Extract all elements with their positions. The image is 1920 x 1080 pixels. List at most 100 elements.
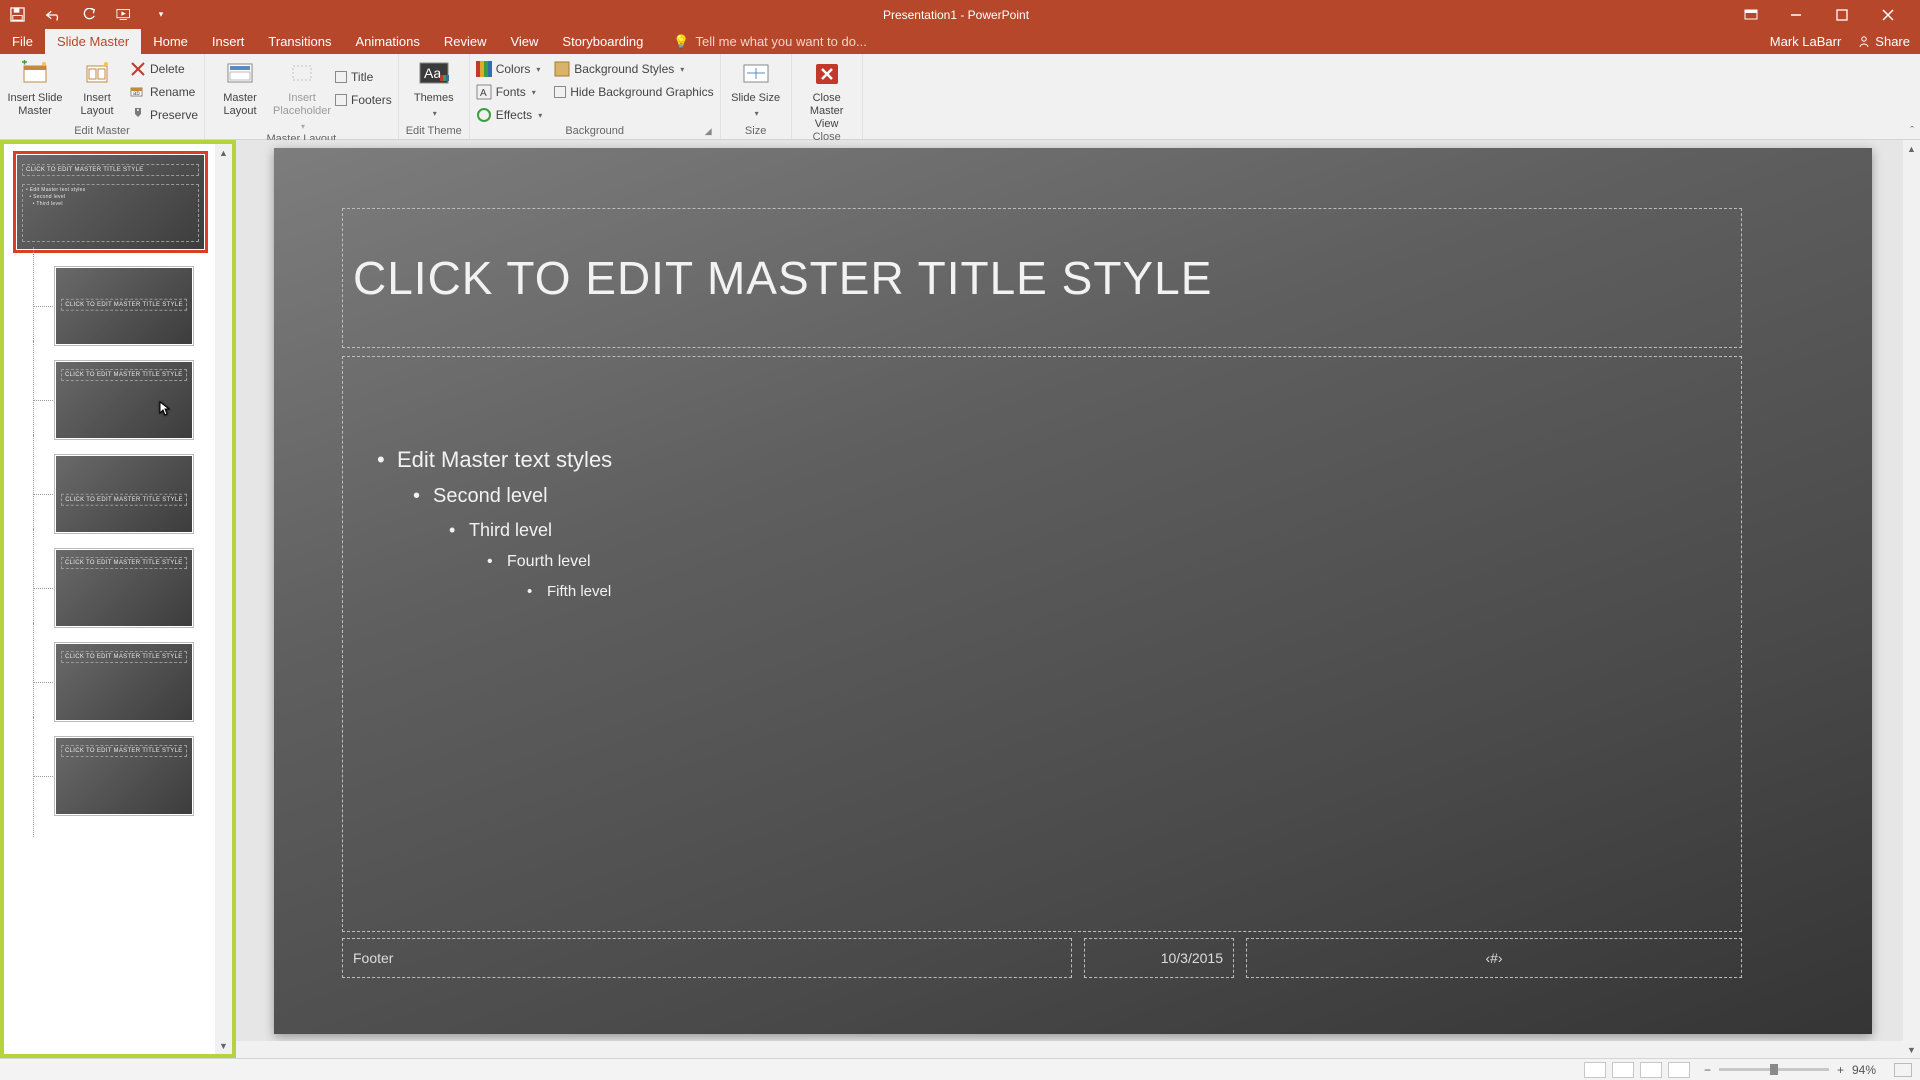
thumb-layout-5[interactable]: CLICK TO EDIT MASTER TITLE STYLE — [54, 642, 194, 722]
scroll-up-icon[interactable]: ▲ — [215, 144, 232, 161]
background-styles-button[interactable]: Background Styles▾ — [554, 59, 713, 79]
group-background: Colors▾ A Fonts▾ Effects ▾ Background Sty… — [470, 54, 721, 139]
ribbon-display-options-icon[interactable] — [1744, 9, 1772, 21]
tab-review[interactable]: Review — [432, 29, 499, 54]
tab-storyboarding[interactable]: Storyboarding — [550, 29, 655, 54]
group-size: Slide Size ▾ Size — [721, 54, 792, 139]
group-edit-master: Insert Slide Master Insert Layout Delete… — [0, 54, 205, 139]
delete-button[interactable]: Delete — [130, 59, 198, 79]
reading-view-button[interactable] — [1640, 1062, 1662, 1078]
effects-button[interactable]: Effects ▾ — [476, 105, 542, 125]
thumb-title: CLICK TO EDIT MASTER TITLE STYLE — [22, 164, 199, 176]
normal-view-button[interactable] — [1584, 1062, 1606, 1078]
zoom-knob[interactable] — [1770, 1064, 1778, 1075]
body-placeholder[interactable]: Edit Master text styles Second level Thi… — [342, 356, 1742, 932]
thumb-layout-2[interactable]: CLICK TO EDIT MASTER TITLE STYLE — [54, 360, 194, 440]
slide-canvas[interactable]: CLICK TO EDIT MASTER TITLE STYLE Edit Ma… — [274, 148, 1872, 1034]
minimize-icon[interactable] — [1790, 9, 1818, 21]
checkbox-icon — [335, 71, 347, 83]
tree-connector — [33, 776, 53, 777]
slide-sorter-view-button[interactable] — [1612, 1062, 1634, 1078]
background-styles-icon — [554, 61, 570, 77]
maximize-icon[interactable] — [1836, 9, 1864, 21]
undo-icon[interactable] — [44, 6, 62, 24]
insert-placeholder-button[interactable]: Insert Placeholder ▾ — [273, 57, 331, 133]
tab-animations[interactable]: Animations — [344, 29, 432, 54]
thumb-layout-1[interactable]: CLICK TO EDIT MASTER TITLE STYLE — [54, 266, 194, 346]
thumbnails-scrollbar[interactable]: ▲ ▼ — [215, 144, 232, 1054]
slide-number-text: ‹#› — [1485, 950, 1502, 966]
title-placeholder[interactable]: CLICK TO EDIT MASTER TITLE STYLE — [342, 208, 1742, 348]
footers-checkbox[interactable]: Footers — [335, 90, 392, 110]
master-layout-button[interactable]: Master Layout — [211, 57, 269, 118]
colors-button[interactable]: Colors▾ — [476, 59, 542, 79]
zoom-out-button[interactable]: − — [1704, 1063, 1711, 1077]
title-checkbox[interactable]: Title — [335, 67, 392, 87]
collapse-ribbon-icon[interactable]: ˆ — [1910, 125, 1914, 137]
tab-insert[interactable]: Insert — [200, 29, 257, 54]
rename-icon: ab — [130, 84, 146, 100]
thumb-layout-4[interactable]: CLICK TO EDIT MASTER TITLE STYLE — [54, 548, 194, 628]
window-controls — [1734, 9, 1920, 21]
footer-text: Footer — [353, 950, 393, 966]
close-master-label: Close Master View — [798, 92, 856, 131]
group-edit-theme: Aa Themes ▾ Edit Theme — [399, 54, 470, 139]
zoom-in-button[interactable]: + — [1837, 1063, 1844, 1077]
tab-slide-master[interactable]: Slide Master — [45, 29, 141, 54]
slide-size-label: Slide Size — [731, 92, 780, 105]
slide-number-placeholder[interactable]: ‹#› — [1246, 938, 1742, 978]
tell-me-search[interactable]: 💡 Tell me what you want to do... — [655, 29, 866, 54]
share-button[interactable]: Share — [1857, 34, 1910, 49]
fit-to-window-button[interactable] — [1894, 1063, 1912, 1077]
effects-label: Effects — [496, 108, 532, 122]
master-layout-label: Master Layout — [211, 92, 269, 118]
svg-text:A: A — [480, 88, 487, 99]
rename-label: Rename — [150, 85, 195, 99]
save-icon[interactable] — [8, 6, 26, 24]
editor-scrollbar-horizontal[interactable] — [236, 1041, 1903, 1058]
slide-size-button[interactable]: Slide Size ▾ — [727, 57, 785, 120]
close-master-view-button[interactable]: Close Master View — [798, 57, 856, 131]
colors-label: Colors — [496, 62, 531, 76]
group-close: Close Master View Close — [792, 54, 863, 139]
body-lvl2: Second level — [403, 485, 1717, 508]
date-placeholder[interactable]: 10/3/2015 — [1084, 938, 1234, 978]
qat-customize-icon[interactable]: ▾ — [152, 6, 170, 24]
scroll-down-icon[interactable]: ▼ — [215, 1037, 232, 1054]
quick-access-toolbar: ▾ — [0, 6, 178, 24]
ribbon: Insert Slide Master Insert Layout Delete… — [0, 54, 1920, 140]
tab-transitions[interactable]: Transitions — [256, 29, 343, 54]
start-from-beginning-icon[interactable] — [116, 6, 134, 24]
scroll-down-icon[interactable]: ▼ — [1903, 1041, 1920, 1058]
themes-button[interactable]: Aa Themes ▾ — [405, 57, 463, 120]
thumb-slide-master[interactable]: CLICK TO EDIT MASTER TITLE STYLE • Edit … — [14, 152, 207, 252]
thumb-layout-6[interactable]: CLICK TO EDIT MASTER TITLE STYLE — [54, 736, 194, 816]
workspace: 1 CLICK TO EDIT MASTER TITLE STYLE • Edi… — [0, 140, 1920, 1058]
scroll-up-icon[interactable]: ▲ — [1903, 140, 1920, 157]
title-checkbox-label: Title — [351, 70, 373, 84]
user-name[interactable]: Mark LaBarr — [1770, 34, 1842, 49]
insert-layout-button[interactable]: Insert Layout — [68, 57, 126, 118]
tab-home[interactable]: Home — [141, 29, 200, 54]
insert-slide-master-button[interactable]: Insert Slide Master — [6, 57, 64, 118]
dialog-launcher-icon[interactable]: ◢ — [705, 126, 712, 137]
hide-bg-checkbox[interactable]: Hide Background Graphics — [554, 82, 713, 102]
rename-button[interactable]: ab Rename — [130, 82, 198, 102]
thumbnails-list[interactable]: 1 CLICK TO EDIT MASTER TITLE STYLE • Edi… — [4, 144, 215, 1054]
chevron-down-icon: ▾ — [538, 111, 542, 120]
redo-icon[interactable] — [80, 6, 98, 24]
editor-scrollbar-vertical[interactable]: ▲ ▼ — [1903, 140, 1920, 1058]
tab-file[interactable]: File — [0, 29, 45, 54]
thumb-layout-3[interactable]: CLICK TO EDIT MASTER TITLE STYLE — [54, 454, 194, 534]
close-icon[interactable] — [1882, 9, 1910, 21]
fonts-button[interactable]: A Fonts▾ — [476, 82, 542, 102]
footer-placeholder[interactable]: Footer — [342, 938, 1072, 978]
thumb-title: CLICK TO EDIT MASTER TITLE STYLE — [61, 745, 187, 757]
slideshow-view-button[interactable] — [1668, 1062, 1690, 1078]
tree-connector — [33, 400, 53, 401]
zoom-value[interactable]: 94% — [1852, 1063, 1876, 1077]
zoom-slider[interactable] — [1719, 1068, 1829, 1071]
tab-view[interactable]: View — [498, 29, 550, 54]
scroll-track[interactable] — [1903, 157, 1920, 1041]
preserve-button[interactable]: Preserve — [130, 105, 198, 125]
